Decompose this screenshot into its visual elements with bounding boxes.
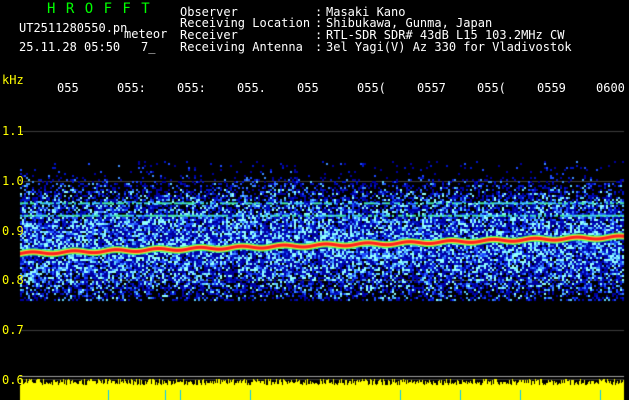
y-axis-unit: kHz [2,73,24,87]
y-tick-label: 0.7 [2,323,24,337]
x-tick-label: 055: [117,81,146,95]
y-tick-label: 0.8 [2,273,24,287]
y-tick-label: 0.9 [2,224,24,238]
label-antenna: Receiving Antenna [180,40,303,54]
x-tick-label: 0557 [417,81,446,95]
sep-antenna: : [315,40,323,54]
x-tick-label: 055( [477,81,506,95]
filename-suffix: meteor [124,27,168,41]
x-tick-label: 055: [177,81,206,95]
x-tick-label: 055 [57,81,79,95]
datetime: 25.11.28 05:50 [19,40,121,54]
x-tick-label: 0600 [596,81,625,95]
count: 7_ [141,40,156,54]
y-tick-label: 1.1 [2,124,24,138]
y-tick-label: 1.0 [2,174,24,188]
hrofft-spectrogram-screen: H R O F F T UT2511280550.pn meteor 25.11… [0,0,629,400]
filename: UT2511280550.pn [19,21,128,35]
x-tick-label: 0559 [537,81,566,95]
x-tick-label: 055 [297,81,319,95]
value-antenna: 3el Yagi(V) Az 330 for Vladivostok [326,40,572,54]
spectrogram-canvas [0,0,629,400]
x-tick-label: 055( [357,81,386,95]
y-tick-label: 0.6 [2,373,24,387]
x-tick-label: 055. [237,81,266,95]
hrofft-logo: H R O F F T [47,1,151,17]
